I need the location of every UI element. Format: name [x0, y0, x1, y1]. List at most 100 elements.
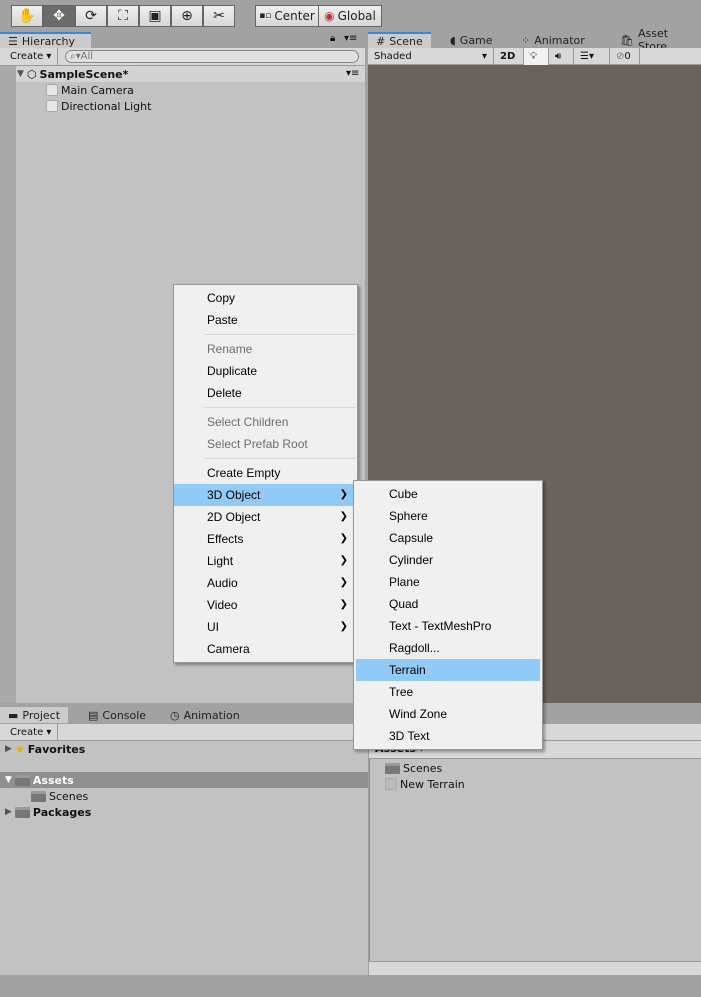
menu-item-video[interactable]: Video ❯ [174, 594, 357, 616]
shading-dropdown[interactable]: Shaded ▾ [368, 48, 494, 65]
menu-item-ui[interactable]: UI ❯ [174, 616, 357, 638]
gameobject-icon [46, 100, 58, 112]
submenu-item-cube[interactable]: Cube [356, 483, 540, 505]
submenu-item-ragdoll-[interactable]: Ragdoll... [356, 637, 540, 659]
menu-item-create-empty[interactable]: Create Empty [174, 462, 357, 484]
menu-item-audio[interactable]: Audio ❯ [174, 572, 357, 594]
tab-animation[interactable]: ◷ Animation [162, 707, 248, 723]
tab-console[interactable]: ▤ Console [80, 707, 154, 723]
submenu-item-wind-zone[interactable]: Wind Zone [356, 703, 540, 725]
menu-item-camera[interactable]: Camera [174, 638, 357, 660]
effects-dropdown[interactable]: ☰▾ [574, 48, 610, 65]
menu-item-label: Audio [207, 576, 238, 590]
store-icon: 🛍︎ [620, 33, 634, 47]
lighting-toggle[interactable]: 💡︎ [524, 48, 549, 65]
tool-rotate-button[interactable]: ⟳ [75, 5, 107, 27]
menu-item-paste[interactable]: Paste [174, 309, 357, 331]
project-create-button[interactable]: Create ▾ [4, 724, 59, 741]
tree-assets[interactable]: ▼ Assets [5, 772, 74, 788]
folder-icon [14, 806, 30, 818]
submenu-item-cylinder[interactable]: Cylinder [356, 549, 540, 571]
audio-toggle[interactable]: 🔊︎ [549, 48, 574, 65]
submenu-item-terrain[interactable]: Terrain [356, 659, 540, 681]
submenu-item-text-textmeshpro[interactable]: Text - TextMeshPro [356, 615, 540, 637]
expand-arrow-icon[interactable]: ▶ [5, 744, 12, 754]
tab-hierarchy[interactable]: ☰ Hierarchy [0, 32, 91, 48]
submenu-item-3d-text[interactable]: 3D Text [356, 725, 540, 747]
tool-move-button[interactable]: ✥ [43, 5, 75, 27]
folder-icon [31, 790, 46, 802]
hierarchy-toolbar: Create ▾ ⌕▾All [0, 48, 365, 66]
menu-item-delete[interactable]: Delete [174, 382, 357, 404]
space-global-button[interactable]: ◉ Global [318, 5, 382, 27]
pivot-center-button[interactable]: ▪▫ Center [255, 5, 319, 27]
menu-item-label: Plane [389, 575, 420, 589]
tab-game[interactable]: ◖ Game [442, 32, 501, 48]
pacman-icon: ◖ [450, 33, 456, 47]
submenu-item-quad[interactable]: Quad [356, 593, 540, 615]
submenu-item-capsule[interactable]: Capsule [356, 527, 540, 549]
folder-icon [14, 774, 30, 786]
menu-item-label: Terrain [389, 663, 426, 677]
clock-icon: ◷ [170, 708, 180, 722]
tool-custom-tool-button[interactable]: ✂ [203, 5, 235, 27]
lock-icon[interactable]: 🔒︎ [330, 33, 335, 44]
effects-icon: ☰▾ [580, 51, 594, 62]
menu-item-select-prefab-root: Select Prefab Root [174, 433, 357, 455]
star-icon: ★ [14, 742, 25, 756]
console-icon: ▤ [88, 708, 99, 722]
tool-scale-button[interactable]: ⛶ [107, 5, 139, 27]
hand-icon: ✋ [18, 8, 36, 24]
menu-item-label: UI [207, 620, 219, 634]
scene-menu-icon[interactable]: ▾≡ [346, 68, 359, 79]
menu-item-label: Cube [389, 487, 418, 501]
tool-transform-button[interactable]: ⊕ [171, 5, 203, 27]
scale-icon: ⛶ [118, 8, 128, 24]
menu-item-label: Select Children [207, 415, 289, 429]
expand-arrow-icon[interactable]: ▼ [5, 775, 12, 785]
hierarchy-item[interactable]: Directional Light [46, 98, 151, 114]
hierarchy-item[interactable]: Main Camera [46, 82, 134, 98]
submenu-item-tree[interactable]: Tree [356, 681, 540, 703]
menu-item-2d-object[interactable]: 2D Object ❯ [174, 506, 357, 528]
project-footer [369, 961, 701, 975]
submenu-item-sphere[interactable]: Sphere [356, 505, 540, 527]
rect-icon: ▣ [148, 8, 162, 24]
2d-toggle[interactable]: 2D [494, 48, 524, 65]
file-item[interactable]: Scenes [385, 760, 442, 776]
tree-packages[interactable]: ▶ Packages [5, 804, 91, 820]
menu-item-label: Video [207, 598, 238, 612]
hierarchy-search-input[interactable]: ⌕▾All [65, 50, 359, 63]
submenu-item-plane[interactable]: Plane [356, 571, 540, 593]
tool-hand-button[interactable]: ✋ [11, 5, 43, 27]
menu-item-light[interactable]: Light ❯ [174, 550, 357, 572]
expand-arrow-icon[interactable]: ▼ [17, 69, 24, 79]
3d-object-submenu: Cube Sphere Capsule Cylinder Plane Quad Text -… [353, 480, 543, 750]
tree-scenes[interactable]: Scenes [31, 788, 88, 804]
scene-toolbar: Shaded ▾ 2D 💡︎ 🔊︎ ☰▾ ⊘ 0 [368, 48, 701, 65]
expand-arrow-icon[interactable]: ▶ [5, 807, 12, 817]
file-item[interactable]: New Terrain [385, 776, 465, 792]
transform-icon: ⊕ [181, 8, 193, 24]
menu-item-3d-object[interactable]: 3D Object ❯ [174, 484, 357, 506]
menu-item-duplicate[interactable]: Duplicate [174, 360, 357, 382]
tab-label: Animator [534, 33, 585, 47]
scene-header[interactable]: ▼ ⬡ SampleScene* [17, 66, 128, 82]
menu-item-effects[interactable]: Effects ❯ [174, 528, 357, 550]
menu-item-label: Camera [207, 642, 250, 656]
tool-rect-button[interactable]: ▣ [139, 5, 171, 27]
panel-menu-icon[interactable]: ▾≡ [344, 33, 357, 44]
tab-animator[interactable]: ⁘ Animator [513, 32, 593, 48]
chevron-right-icon: ❯ [339, 621, 348, 632]
menu-item-copy[interactable]: Copy [174, 287, 357, 309]
menu-item-label: Delete [207, 386, 242, 400]
tab-asset-store[interactable]: 🛍︎ Asset Store [612, 27, 701, 53]
tab-scene[interactable]: # Scene [368, 32, 431, 48]
tab-project[interactable]: ▬ Project [0, 707, 69, 723]
tree-favorites[interactable]: ▶ ★ Favorites [5, 741, 85, 757]
menu-item-label: Rename [207, 342, 253, 356]
hidden-objects-toggle[interactable]: ⊘ 0 [610, 48, 640, 65]
hierarchy-create-button[interactable]: Create ▾ [4, 48, 59, 65]
menu-item-select-children: Select Children [174, 411, 357, 433]
move-icon: ✥ [53, 8, 65, 24]
